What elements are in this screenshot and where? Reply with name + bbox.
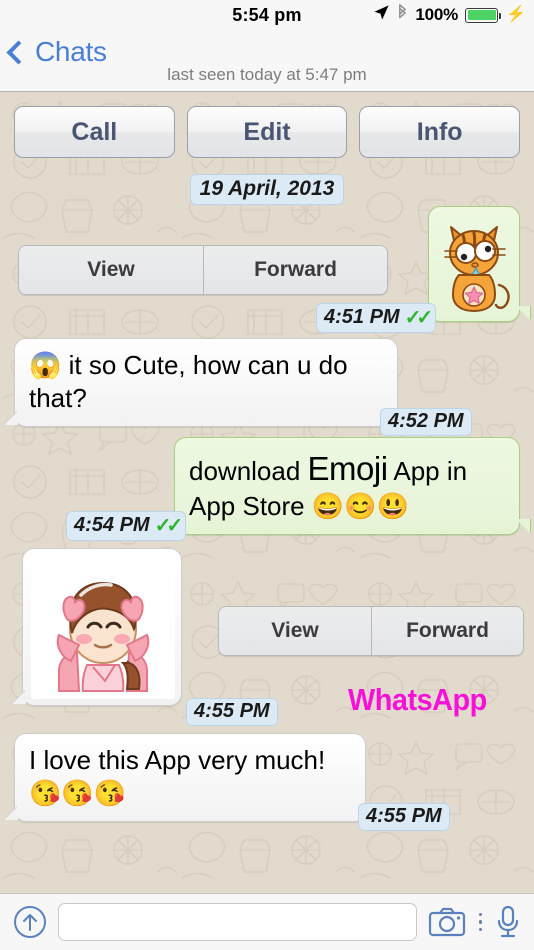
chevron-left-icon (6, 39, 31, 65)
timestamp-download-emoji: 4:54 PM ✓✓ (66, 511, 187, 541)
bubble-tail (4, 805, 18, 820)
view-button-2[interactable]: View (219, 607, 371, 655)
more-dots-icon[interactable] (477, 912, 485, 932)
message-text-love-app: I love this App very much! (29, 745, 326, 775)
timestamp-text: 4:51 PM (324, 306, 400, 328)
message-text-so-cute: it so Cute, how can u do that? (29, 350, 348, 414)
microphone-icon[interactable] (494, 904, 522, 940)
timestamp-girl-sticker: 4:55 PM (186, 698, 278, 726)
nav-bar: Chats last seen today at 5:47 pm (0, 30, 534, 92)
forward-button-1[interactable]: Forward (203, 246, 387, 294)
view-button-1[interactable]: View (19, 246, 203, 294)
forward-button-2[interactable]: Forward (371, 607, 523, 655)
whatsapp-chat-screen: 5:54 pm 100% ⚡ Chats last seen today at … (0, 0, 534, 950)
kiss-emojis: 😘😘😘 (29, 778, 127, 809)
timestamp-text: 4:54 PM (74, 514, 150, 536)
sticker-frame (31, 557, 175, 699)
message-input[interactable] (58, 903, 417, 941)
timestamp-cat-sticker: 4:51 PM ✓✓ (316, 303, 437, 333)
charging-bolt-icon: ⚡ (506, 6, 526, 23)
happy-girl-sticker (56, 581, 150, 692)
bubble-tail (4, 410, 18, 425)
contact-action-bar: Call Edit Info (0, 92, 534, 158)
segmented-control-2[interactable]: View Forward (218, 606, 524, 656)
bubble-tail (516, 306, 530, 320)
contact-last-seen: last seen today at 5:47 pm (167, 65, 367, 84)
location-arrow-icon (373, 4, 390, 26)
bluetooth-icon (397, 3, 408, 27)
chat-scroll-area[interactable]: Call Edit Info 19 April, 2013 View Forwa… (0, 92, 534, 893)
message-input-bar (0, 893, 534, 950)
info-button[interactable]: Info (359, 106, 521, 158)
crying-cat-sticker (444, 226, 510, 313)
message-text-emphasis: Emoji (307, 450, 389, 487)
upload-arrow-icon[interactable] (12, 904, 48, 940)
status-bar: 5:54 pm 100% ⚡ (0, 0, 534, 30)
status-indicators: 100% ⚡ (373, 0, 526, 30)
scream-emoji: 😱 (29, 350, 62, 380)
read-ticks-icon: ✓✓ (154, 515, 183, 537)
bubble-tail (12, 690, 26, 704)
message-bubble-love-app[interactable]: I love this App very much! 😘😘😘 (4, 733, 366, 822)
status-time: 5:54 pm (232, 4, 302, 25)
timestamp-text: 4:55 PM (366, 805, 442, 827)
timestamp-text: 4:55 PM (194, 700, 270, 722)
timestamp-text: 4:52 PM (388, 410, 464, 432)
message-text-before: download (189, 456, 308, 486)
battery-percent: 100% (415, 5, 459, 24)
read-ticks-icon: ✓✓ (404, 307, 433, 329)
back-to-chats-button[interactable]: Chats (6, 36, 107, 68)
timestamp-love-app: 4:55 PM (358, 803, 450, 831)
message-bubble-girl-sticker[interactable] (12, 548, 182, 706)
date-divider-label: 19 April, 2013 (189, 174, 345, 205)
whatsapp-watermark: WhatsApp (348, 682, 487, 717)
segmented-control-1[interactable]: View Forward (18, 245, 388, 295)
back-label: Chats (35, 36, 107, 67)
smiley-emojis: 😄😊😃 (311, 491, 409, 522)
call-button[interactable]: Call (14, 106, 175, 158)
camera-icon[interactable] (427, 906, 467, 938)
message-bubble-so-cute[interactable]: 😱 it so Cute, how can u do that? (4, 338, 398, 427)
message-bubble-cat-sticker[interactable] (428, 206, 530, 322)
edit-button[interactable]: Edit (186, 106, 348, 158)
battery-full-icon (465, 7, 502, 23)
message-bubble-download-emoji[interactable]: download Emoji App in App Store 😄😊😃 (174, 437, 530, 535)
timestamp-so-cute: 4:52 PM (380, 408, 472, 436)
bubble-tail (516, 518, 530, 533)
date-divider: 19 April, 2013 (0, 174, 534, 205)
